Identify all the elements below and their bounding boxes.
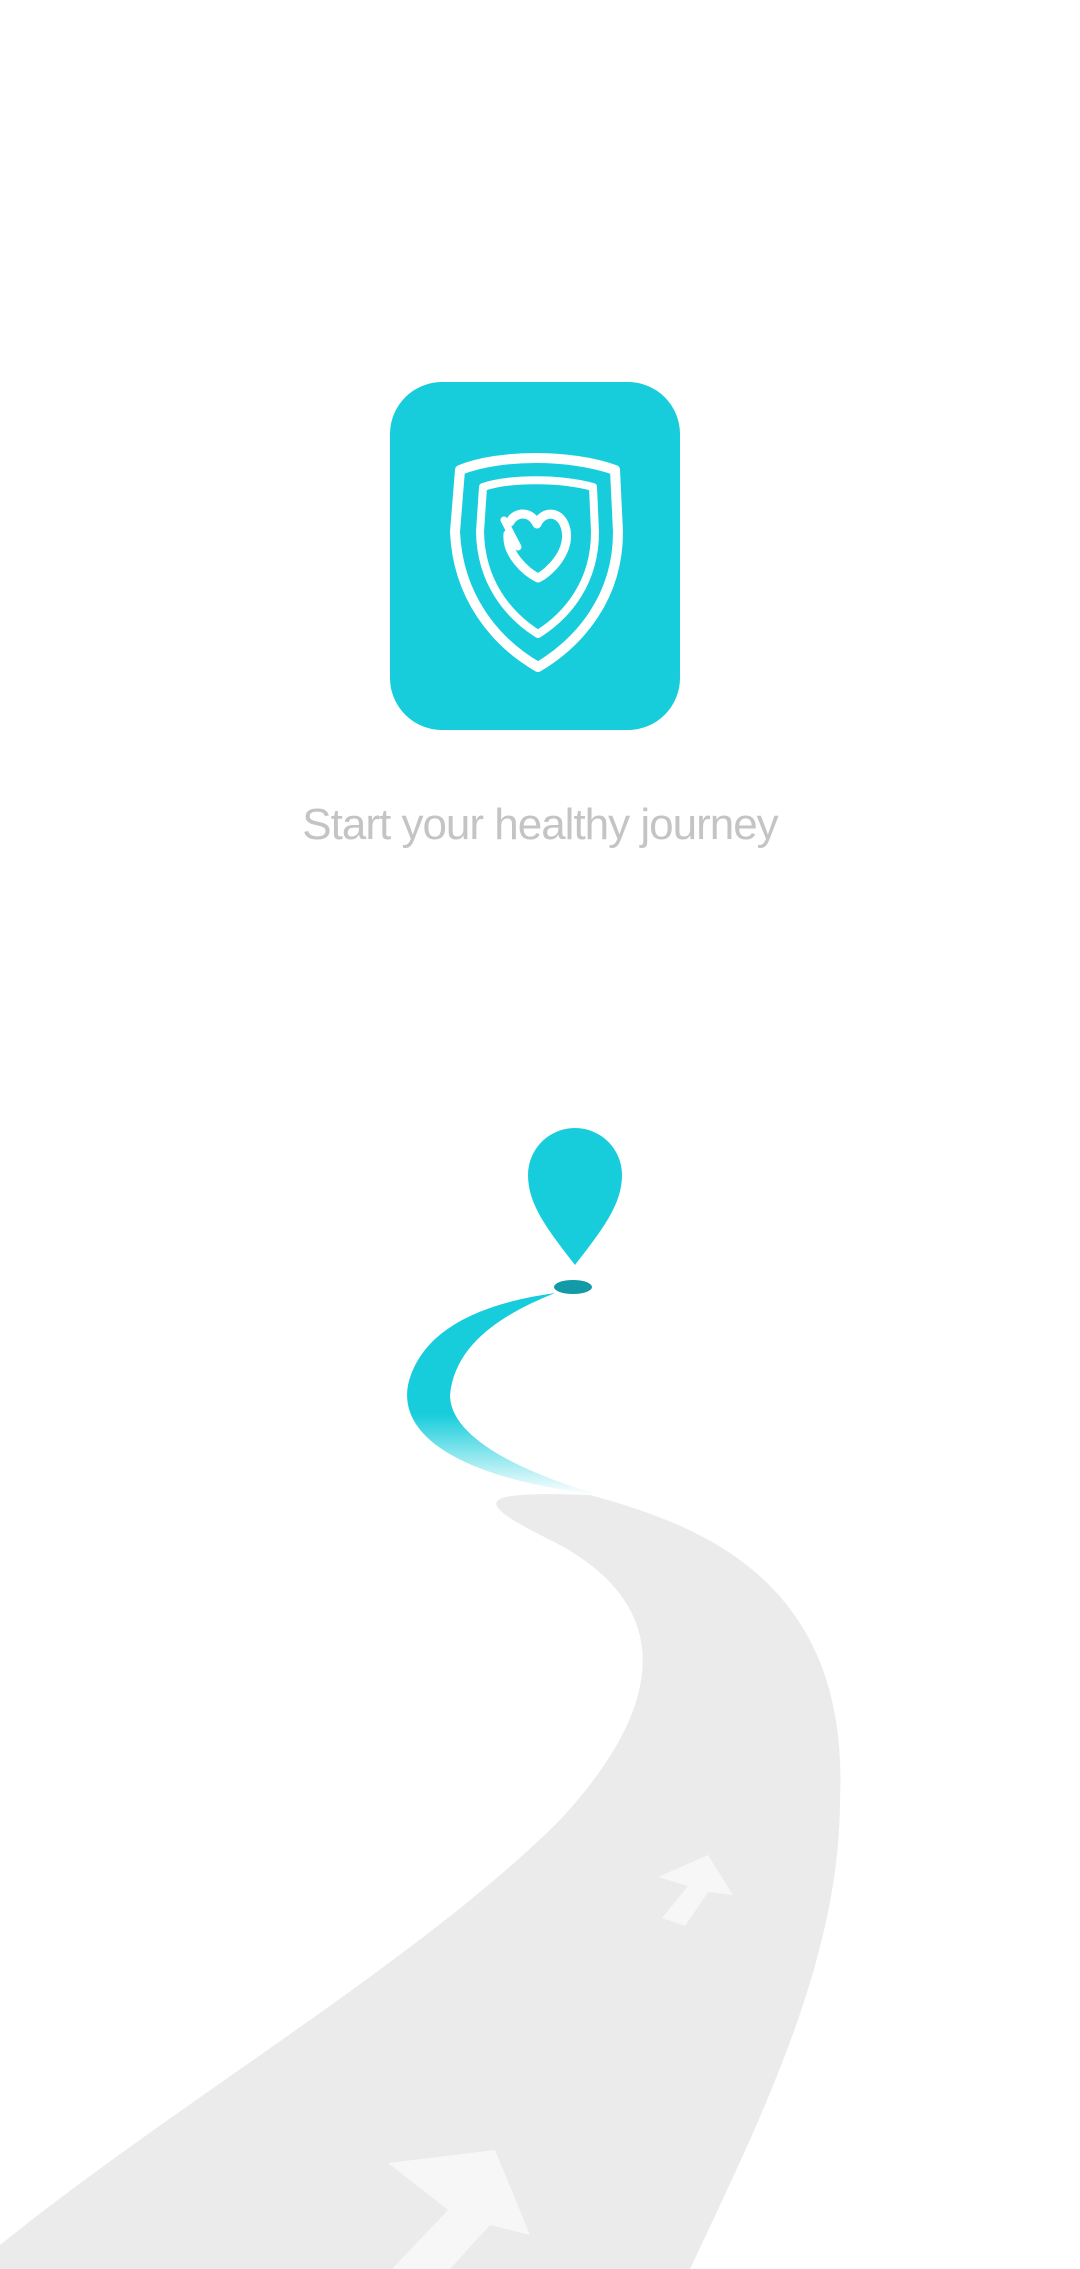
journey-trail [407,1293,600,1495]
app-logo [390,382,680,730]
splash-screen: Start your healthy journey [0,0,1080,2269]
journey-road-illustration [0,1128,841,2269]
shield-heart-icon [450,453,623,672]
pin-shadow [554,1280,592,1294]
tagline-text: Start your healthy journey [302,800,778,849]
map-pin-icon [528,1128,622,1265]
